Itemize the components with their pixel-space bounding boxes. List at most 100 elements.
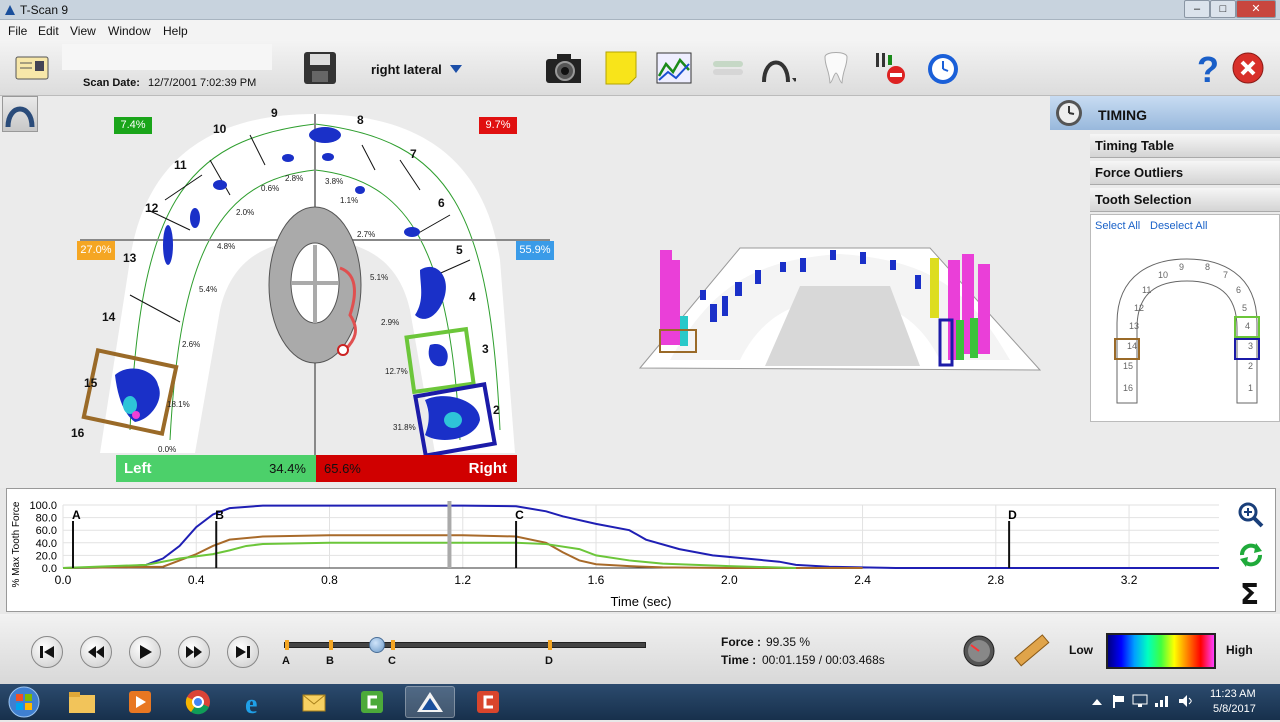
display-icon[interactable] bbox=[1132, 694, 1148, 708]
patient-name-field bbox=[62, 44, 272, 70]
chevron-down-icon[interactable] bbox=[450, 65, 462, 74]
mini-tooth[interactable]: 12 bbox=[1134, 303, 1144, 313]
timer-icon[interactable] bbox=[925, 50, 961, 86]
arch-toggle-button[interactable] bbox=[2, 96, 38, 132]
mini-tooth[interactable]: 5 bbox=[1242, 303, 1247, 313]
network-icon[interactable] bbox=[1154, 694, 1170, 708]
force-time-chart[interactable]: 0.020.040.060.080.0100.00.0 0.4 0.8 1.2 1.6 2… bbox=[7, 489, 1275, 611]
skip-start-button[interactable] bbox=[31, 636, 63, 668]
left-label: Left bbox=[124, 460, 152, 477]
menu-edit[interactable]: Edit bbox=[38, 24, 59, 38]
close-window-button[interactable]: ✕ bbox=[1236, 0, 1276, 18]
maximize-button[interactable]: □ bbox=[1210, 0, 1236, 18]
camtasia-red-icon bbox=[477, 691, 499, 713]
tooth-icon[interactable] bbox=[818, 50, 854, 86]
graph-icon[interactable] bbox=[656, 50, 692, 86]
force-outliers-item[interactable]: Force Outliers bbox=[1090, 161, 1280, 185]
playback-panel: A B C D Force : 99.35 % Time : 00:01.159… bbox=[0, 614, 1280, 684]
menu-help[interactable]: Help bbox=[163, 24, 188, 38]
tooth-number: 4 bbox=[469, 290, 476, 304]
taskbar-mail[interactable] bbox=[289, 686, 339, 718]
tooth-pct: 0.0% bbox=[158, 445, 177, 454]
mini-tooth[interactable]: 9 bbox=[1179, 262, 1184, 272]
mini-tooth[interactable]: 14 bbox=[1127, 341, 1137, 351]
volume-icon[interactable] bbox=[1178, 694, 1194, 708]
minimize-button[interactable]: – bbox=[1184, 0, 1210, 18]
tooth-selection-item[interactable]: Tooth Selection bbox=[1090, 188, 1280, 212]
timeline-thumb[interactable] bbox=[369, 637, 385, 653]
force-graph-panel: 0.0 20.0 40.0 60.0 80.0 100.0 0.0 0.4 0.8 1.2 1.6 2… bbox=[6, 488, 1276, 612]
taskbar-camtasia-red[interactable] bbox=[463, 686, 513, 718]
select-all-link[interactable]: Select All bbox=[1095, 220, 1140, 232]
flag-icon[interactable] bbox=[1112, 694, 1126, 708]
refresh-icon[interactable] bbox=[1237, 541, 1265, 569]
marker-label: A bbox=[72, 508, 81, 522]
timing-header[interactable]: TIMING bbox=[1050, 96, 1280, 130]
chrome-icon bbox=[185, 690, 210, 715]
skip-end-icon bbox=[236, 646, 250, 658]
taskbar-camtasia-green[interactable] bbox=[347, 686, 397, 718]
x-tick-label: 2.8 bbox=[987, 573, 1004, 587]
timeline-label: B bbox=[326, 655, 334, 667]
zoom-in-icon[interactable] bbox=[1237, 501, 1265, 529]
patient-card-icon[interactable] bbox=[14, 50, 50, 86]
taskbar-tscan[interactable] bbox=[405, 686, 455, 718]
camera-icon[interactable] bbox=[545, 50, 581, 86]
mini-tooth[interactable]: 15 bbox=[1123, 361, 1133, 371]
taskbar-chrome[interactable] bbox=[173, 686, 223, 718]
menu-file[interactable]: File bbox=[8, 24, 27, 38]
mini-tooth[interactable]: 3 bbox=[1248, 341, 1253, 351]
mini-tooth[interactable]: 2 bbox=[1248, 361, 1253, 371]
clock-time[interactable]: 11:23 AM bbox=[1210, 688, 1256, 700]
view-select[interactable]: right lateral bbox=[371, 62, 442, 77]
x-tick-label: 1.6 bbox=[588, 573, 605, 587]
save-icon[interactable] bbox=[302, 50, 338, 86]
taskbar-ie[interactable]: e bbox=[231, 686, 281, 718]
mini-tooth[interactable]: 16 bbox=[1123, 383, 1133, 393]
mini-tooth[interactable]: 8 bbox=[1205, 262, 1210, 272]
tooth-pct: 2.8% bbox=[285, 174, 304, 183]
start-button[interactable] bbox=[4, 685, 44, 719]
mini-tooth[interactable]: 13 bbox=[1129, 321, 1139, 331]
legend-low-label: Low bbox=[1069, 643, 1093, 657]
rewind-icon bbox=[88, 646, 104, 658]
clock-icon bbox=[1056, 100, 1082, 126]
ruler-icon[interactable] bbox=[1012, 634, 1050, 668]
tooth-pct: 2.9% bbox=[381, 318, 400, 327]
skip-end-button[interactable] bbox=[227, 636, 259, 668]
tray-expand-icon[interactable] bbox=[1092, 697, 1102, 705]
gauge-icon[interactable] bbox=[962, 634, 996, 668]
clock-date[interactable]: 5/8/2017 bbox=[1213, 703, 1256, 715]
rewind-button[interactable] bbox=[80, 636, 112, 668]
fast-forward-button[interactable] bbox=[178, 636, 210, 668]
tooth-pct: 3.8% bbox=[325, 177, 344, 186]
mini-tooth[interactable]: 1 bbox=[1248, 383, 1253, 393]
close-icon[interactable] bbox=[1230, 50, 1266, 86]
menu-window[interactable]: Window bbox=[108, 24, 151, 38]
taskbar-explorer[interactable] bbox=[57, 686, 107, 718]
mini-tooth[interactable]: 10 bbox=[1158, 270, 1168, 280]
deselect-all-link[interactable]: Deselect All bbox=[1150, 220, 1207, 232]
arch-view-icon[interactable] bbox=[760, 50, 796, 86]
sum-icon[interactable]: Σ bbox=[1237, 578, 1265, 611]
mini-tooth[interactable]: 11 bbox=[1142, 285, 1151, 295]
tooth-selection-box: Select All Deselect All 1 2 3 4 5 6 7 8 … bbox=[1090, 214, 1280, 422]
mini-tooth[interactable]: 6 bbox=[1236, 285, 1241, 295]
note-icon[interactable] bbox=[603, 50, 639, 86]
mini-tooth[interactable]: 7 bbox=[1223, 270, 1228, 280]
play-button[interactable] bbox=[129, 636, 161, 668]
scan-date-label: Scan Date: bbox=[83, 77, 140, 89]
tooth-pct: 0.6% bbox=[261, 184, 280, 193]
tools-remove-icon[interactable] bbox=[872, 50, 908, 86]
arch-3d-view bbox=[638, 247, 1042, 371]
taskbar-media[interactable] bbox=[115, 686, 165, 718]
mini-tooth[interactable]: 4 bbox=[1245, 321, 1250, 331]
y-tick-label: 40.0 bbox=[36, 538, 57, 550]
menu-bar: File Edit View Window Help bbox=[0, 20, 1280, 40]
help-icon[interactable]: ? bbox=[1190, 50, 1226, 86]
menu-view[interactable]: View bbox=[70, 24, 96, 38]
force-value: 99.35 % bbox=[766, 635, 811, 649]
timeline-track[interactable] bbox=[284, 642, 646, 648]
layers-icon[interactable] bbox=[710, 50, 746, 86]
timing-table-item[interactable]: Timing Table bbox=[1090, 134, 1280, 158]
